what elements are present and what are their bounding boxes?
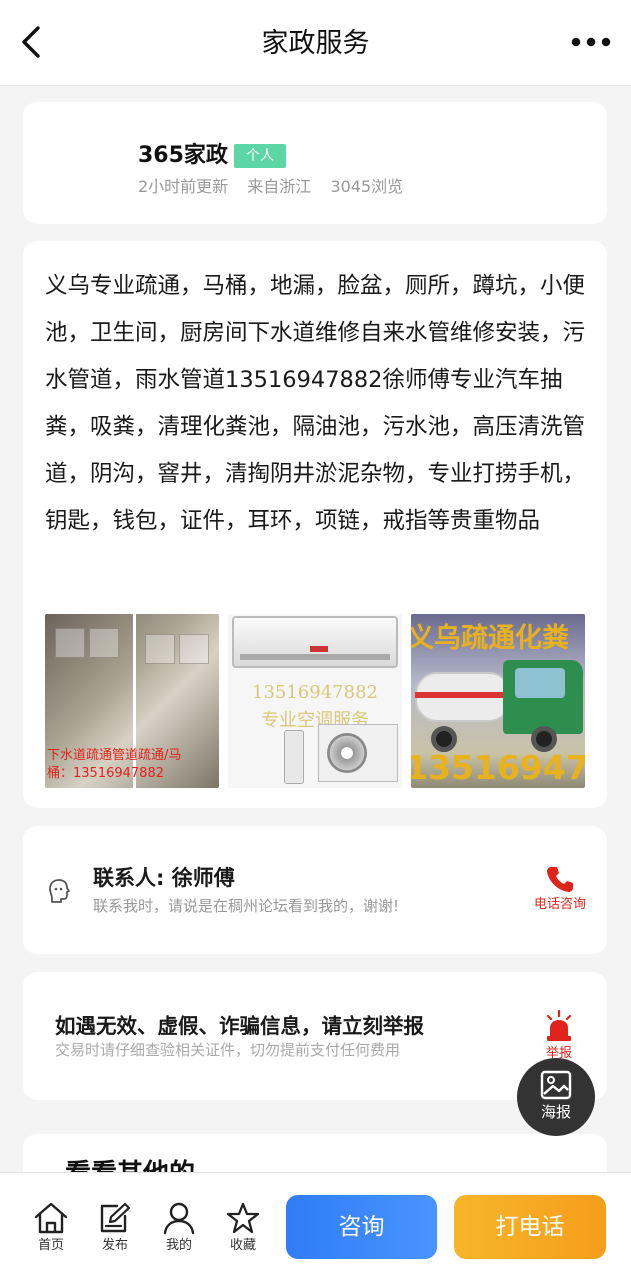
truck-window	[515, 668, 565, 698]
nav-home[interactable]: 首页	[26, 1201, 76, 1255]
poster-fab-label: 海报	[540, 1103, 571, 1121]
listing-photo-1[interactable]: 下水道疏通管道疏通/马 桶：13516947882	[45, 614, 219, 788]
page-title: 家政服务	[261, 28, 370, 59]
poster-name[interactable]: 365家政	[138, 142, 228, 170]
contact-note: 联系我时，请说是在稠州论坛看到我的，谢谢!	[93, 897, 400, 915]
image-icon	[540, 1070, 572, 1100]
phone-icon	[547, 867, 573, 892]
nav-publish[interactable]: 发布	[90, 1201, 140, 1255]
more-dots-icon	[571, 37, 611, 47]
user-icon	[163, 1202, 195, 1235]
contact-face-icon	[49, 879, 70, 903]
report-warning-note: 交易时请仔细查验相关证件，切勿提前支付任何费用	[55, 1041, 401, 1059]
edit-icon	[100, 1202, 131, 1233]
ac-logo	[310, 646, 328, 652]
nav-publish-label: 发布	[101, 1238, 128, 1253]
photo-tile	[55, 628, 85, 658]
phone-consult-label: 电话咨询	[533, 897, 586, 912]
photo-banner-text: 义乌疏通化粪	[411, 623, 569, 654]
poster-type-badge: 个人	[234, 144, 286, 168]
home-icon	[34, 1202, 68, 1234]
ac-outdoor-unit	[318, 724, 398, 782]
poster-fab-button[interactable]: 海报	[517, 1058, 595, 1136]
nav-favorites-label: 收藏	[229, 1238, 256, 1253]
photo-tile	[89, 628, 119, 658]
ac-indoor-unit	[232, 616, 398, 668]
consult-button[interactable]: 咨询	[286, 1195, 437, 1259]
truck-stripe	[415, 692, 511, 698]
listing-description: 义乌专业疏通，马桶，地漏，脸盆，厕所，蹲坑，小便池，卫生间，厨房间下水道维修自来…	[45, 273, 586, 534]
origin-location: 来自浙江	[247, 177, 312, 196]
report-warning-title: 如遇无效、虚假、诈骗信息，请立刻举报	[55, 1014, 424, 1038]
photo-tile	[145, 634, 175, 664]
listing-meta: 2小时前更新 来自浙江 3045浏览	[138, 176, 417, 198]
ac-fan	[327, 733, 367, 773]
nav-mine[interactable]: 我的	[154, 1201, 204, 1255]
contact-name: 联系人: 徐师傅	[93, 866, 235, 890]
report-button[interactable]: 举报	[539, 1009, 579, 1064]
star-icon	[226, 1202, 260, 1234]
ac-remote	[284, 730, 304, 784]
photo-tile	[179, 634, 209, 664]
nav-mine-label: 我的	[165, 1238, 192, 1253]
siren-icon	[546, 1009, 572, 1041]
more-button[interactable]	[569, 30, 613, 54]
contact-card: 联系人: 徐师傅 联系我时，请说是在稠州论坛看到我的，谢谢! 电话咨询	[23, 826, 607, 954]
listing-photo-3[interactable]: 义乌疏通化粪 1351694788	[411, 614, 585, 788]
photo-phone-text: 1351694788	[411, 748, 585, 787]
updated-time: 2小时前更新	[138, 177, 229, 196]
listing-photo-2[interactable]: 13516947882 专业空调服务	[228, 614, 402, 788]
phone-consult-button[interactable]: 电话咨询	[527, 864, 593, 920]
nav-home-label: 首页	[37, 1238, 64, 1253]
photo-caption: 下水道疏通管道疏通/马	[47, 748, 182, 763]
ac-vent	[240, 654, 390, 660]
bottom-bar: 首页 发布 我的 收藏 咨询 打电话	[0, 1172, 631, 1280]
top-bar: 家政服务	[0, 0, 631, 86]
nav-favorites[interactable]: 收藏	[218, 1201, 268, 1255]
photo-phone-text: 13516947882	[252, 682, 378, 703]
description-card: 义乌专业疏通，马桶，地漏，脸盆，厕所，蹲坑，小便池，卫生间，厨房间下水道维修自来…	[23, 241, 607, 808]
photo-caption: 桶：13516947882	[47, 766, 164, 781]
poster-info-card: 365家政 个人 2小时前更新 来自浙江 3045浏览	[23, 102, 607, 224]
call-button[interactable]: 打电话	[454, 1195, 606, 1259]
view-count: 3045浏览	[330, 177, 404, 196]
